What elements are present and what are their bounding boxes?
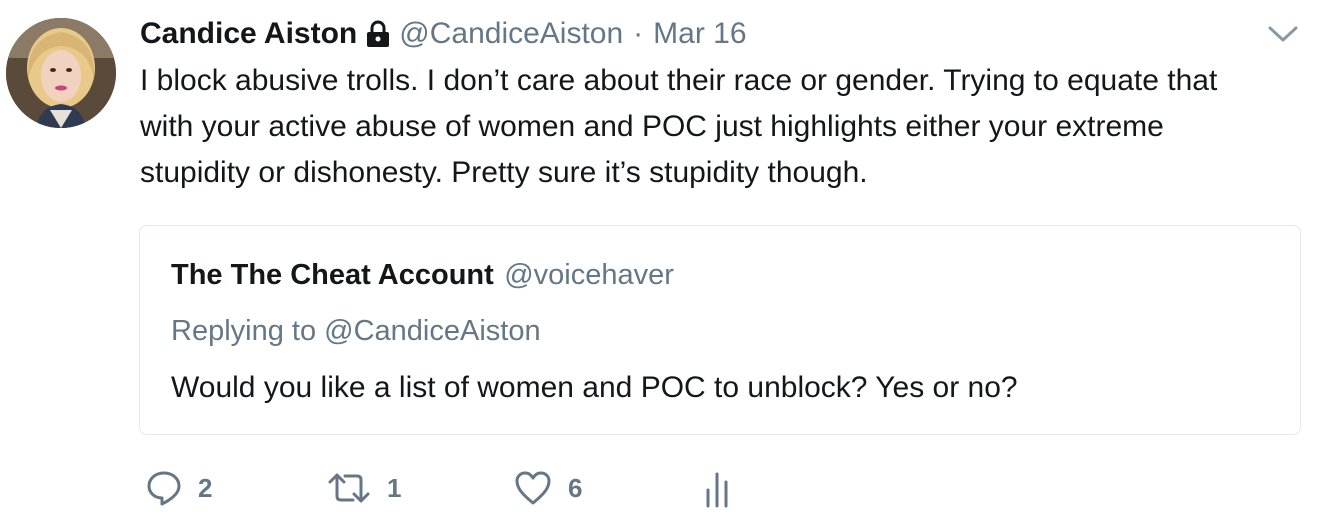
separator-dot: · [633,17,644,50]
like-button[interactable]: 6 [514,466,582,510]
tweet-text-line: stupidity or dishonesty. Pretty sure it’… [140,156,868,189]
quoted-tweet[interactable]: The The Cheat Account @voicehaver Replyi… [139,225,1301,435]
retweet-count: 1 [387,472,402,503]
replying-to-prefix: Replying to [171,315,317,347]
retweet-button[interactable]: 1 [327,466,401,510]
reply-icon [146,470,182,506]
quoted-tweet-header: The The Cheat Account @voicehaver [171,259,674,292]
reply-count: 2 [198,472,213,503]
avatar[interactable] [6,18,116,128]
author-handle[interactable]: @CandiceAiston [399,17,623,51]
analytics-icon [704,468,730,508]
quoted-author-handle: @voicehaver [504,259,674,291]
replying-to-mention[interactable]: @CandiceAiston [324,315,540,347]
quoted-author-name: The The Cheat Account [171,259,494,291]
tweet-header: Candice Aiston @CandiceAiston · Mar 16 [140,14,747,54]
tweet-text-line: I block abusive trolls. I don’t care abo… [140,64,1218,97]
chevron-down-icon[interactable] [1266,22,1300,46]
heart-icon [514,470,552,506]
retweet-icon [327,470,371,506]
lock-icon [365,20,391,48]
reply-button[interactable]: 2 [146,466,212,510]
avatar-photo [6,18,116,128]
tweet-text-line: with your active abuse of women and POC … [140,110,1164,143]
author-name[interactable]: Candice Aiston [140,17,357,51]
tweet-text: I block abusive trolls. I don’t care abo… [140,58,1315,196]
quoted-tweet-text: Would you like a list of women and POC t… [171,371,1018,404]
tweet-date[interactable]: Mar 16 [653,17,746,51]
tweet-actions: 2 1 6 [0,466,1320,510]
replying-to: Replying to @CandiceAiston [171,315,541,348]
analytics-button[interactable] [704,466,730,510]
like-count: 6 [568,472,583,503]
